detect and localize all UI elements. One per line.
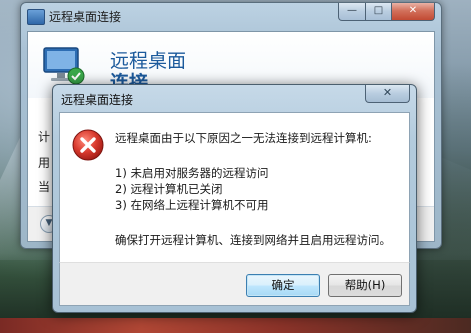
remote-desktop-app-icon (27, 9, 45, 25)
close-button[interactable]: ✕ (392, 3, 435, 21)
error-message-footer: 确保打开远程计算机、连接到网络并且启用远程访问。 (115, 233, 391, 247)
back-window-title: 远程桌面连接 (49, 10, 122, 24)
help-button[interactable]: 帮助(H) (328, 274, 402, 297)
error-message-heading: 远程桌面由于以下原因之一无法连接到远程计算机: (115, 131, 372, 145)
error-reason-1: 1) 未启用对服务器的远程访问 (115, 166, 269, 180)
dialog-button-bar: 确定 帮助(H) (59, 262, 410, 306)
back-label-user: 用 (38, 156, 51, 170)
background-red-strip (0, 318, 471, 333)
error-dialog: 远程桌面连接 ✕ 远程桌面由于以下原因之一无法连接到远程计算机: 1) 未启用对… (52, 84, 417, 313)
ok-button[interactable]: 确定 (246, 274, 320, 297)
minimize-button[interactable]: — (338, 3, 366, 21)
back-label-computer: 计 (38, 130, 51, 144)
maximize-button[interactable]: □ (366, 3, 392, 21)
dialog-content: 远程桌面由于以下原因之一无法连接到远程计算机: 1) 未启用对服务器的远程访问 … (59, 112, 410, 263)
dialog-close-button[interactable]: ✕ (365, 85, 410, 103)
monitor-icon (43, 47, 85, 85)
back-window-titlebar[interactable]: 远程桌面连接 — □ ✕ (21, 3, 441, 29)
error-icon (72, 129, 104, 161)
back-window-controls: — □ ✕ (338, 3, 435, 22)
error-reason-3: 3) 在网络上远程计算机不可用 (115, 198, 269, 212)
back-label-current: 当 (38, 180, 51, 194)
dialog-title: 远程桌面连接 (61, 93, 134, 107)
dialog-titlebar[interactable]: 远程桌面连接 ✕ (53, 85, 416, 109)
error-reason-2: 2) 远程计算机已关闭 (115, 182, 223, 196)
